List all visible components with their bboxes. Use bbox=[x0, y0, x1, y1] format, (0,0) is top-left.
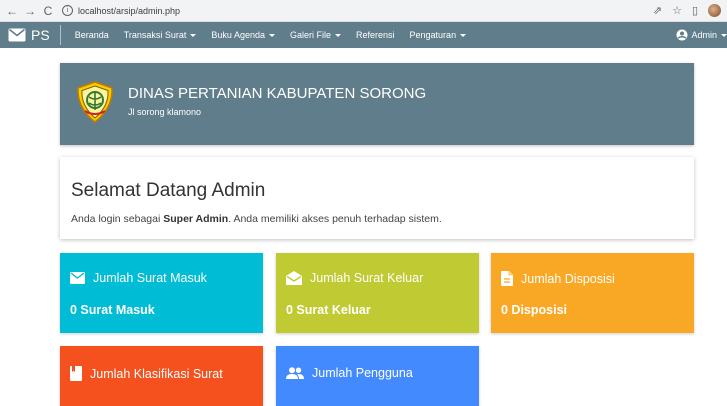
menu-item-buku-agenda[interactable]: Buku Agenda bbox=[211, 30, 275, 40]
reload-icon[interactable]: C bbox=[42, 4, 54, 18]
people-icon bbox=[286, 367, 304, 379]
menu-label: Referensi bbox=[356, 30, 395, 40]
role-label: Super Admin bbox=[163, 213, 229, 225]
card-title: Jumlah Surat Masuk bbox=[93, 271, 207, 285]
card-title: Jumlah Surat Keluar bbox=[310, 271, 424, 285]
account-circle-icon bbox=[676, 29, 688, 41]
caret-down-icon bbox=[721, 33, 727, 37]
window-icon[interactable]: ▯ bbox=[692, 4, 698, 17]
bookmark-icon bbox=[70, 366, 82, 381]
card-title: Jumlah Klasifikasi Surat bbox=[90, 366, 223, 381]
menu-label: Buku Agenda bbox=[211, 30, 265, 40]
profile-avatar[interactable] bbox=[708, 4, 721, 17]
menu-label: Beranda bbox=[74, 30, 109, 40]
address-bar[interactable]: i localhost/arsip/admin.php bbox=[62, 5, 180, 16]
header-banner: DINAS PERTANIAN KABUPATEN SORONG Jl soro… bbox=[60, 63, 694, 145]
browser-toolbar: ← → C i localhost/arsip/admin.php ⇗ ☆ ▯ bbox=[0, 0, 727, 22]
org-address: Jl sorong klamono bbox=[128, 107, 202, 117]
org-logo bbox=[74, 80, 116, 129]
menu-item-beranda[interactable]: Beranda bbox=[75, 30, 109, 40]
welcome-text: Anda login sebagai Super Admin. Anda mem… bbox=[71, 213, 442, 225]
menu-label: Pengaturan bbox=[409, 30, 457, 40]
brand-link[interactable]: PS bbox=[8, 22, 50, 48]
card-pengguna: Jumlah Pengguna bbox=[276, 346, 479, 406]
card-surat-keluar: Jumlah Surat Keluar 0 Surat Keluar bbox=[276, 253, 479, 333]
card-value: 0 Surat Masuk bbox=[70, 303, 155, 317]
share-icon[interactable]: ⇗ bbox=[653, 4, 662, 17]
card-surat-masuk: Jumlah Surat Masuk 0 Surat Masuk bbox=[60, 253, 263, 333]
main-menu: Beranda Transaksi Surat Buku Agenda Gale… bbox=[75, 30, 481, 40]
user-menu[interactable]: Admin bbox=[676, 22, 727, 48]
card-value: 0 Surat Keluar bbox=[286, 303, 371, 317]
welcome-text-suffix: . Anda memiliki akses penuh terhadap sis… bbox=[228, 213, 442, 225]
welcome-text-prefix: Anda login sebagai bbox=[71, 213, 164, 225]
menu-item-transaksi-surat[interactable]: Transaksi Surat bbox=[124, 30, 197, 40]
card-value: 0 Disposisi bbox=[501, 303, 567, 317]
star-icon[interactable]: ☆ bbox=[672, 4, 682, 17]
card-klasifikasi-surat: Jumlah Klasifikasi Surat bbox=[60, 346, 263, 406]
url-text: localhost/arsip/admin.php bbox=[78, 5, 181, 16]
mail-icon bbox=[8, 28, 26, 42]
caret-down-icon bbox=[460, 34, 467, 38]
card-title: Jumlah Disposisi bbox=[521, 271, 615, 286]
menu-item-pengaturan[interactable]: Pengaturan bbox=[410, 30, 467, 40]
drafts-icon bbox=[286, 271, 302, 285]
mail-icon bbox=[70, 272, 85, 284]
card-title: Jumlah Pengguna bbox=[312, 366, 413, 380]
org-name: DINAS PERTANIAN KABUPATEN SORONG bbox=[128, 85, 427, 102]
card-disposisi: Jumlah Disposisi 0 Disposisi bbox=[491, 253, 694, 333]
menu-item-referensi[interactable]: Referensi bbox=[356, 30, 395, 40]
menu-item-galeri-file[interactable]: Galeri File bbox=[290, 30, 341, 40]
caret-down-icon bbox=[335, 34, 341, 38]
top-navbar: PS Beranda Transaksi Surat Buku Agenda G… bbox=[0, 22, 727, 48]
brand-divider bbox=[59, 25, 61, 45]
back-arrow-icon[interactable]: ← bbox=[6, 4, 18, 18]
forward-arrow-icon[interactable]: → bbox=[24, 4, 36, 18]
welcome-card: Selamat Datang Admin Anda login sebagai … bbox=[60, 157, 694, 239]
user-name: Admin bbox=[691, 30, 717, 40]
description-icon bbox=[501, 271, 513, 286]
caret-down-icon bbox=[190, 34, 197, 38]
info-icon[interactable]: i bbox=[62, 5, 73, 16]
brand-text: PS bbox=[31, 27, 50, 43]
caret-down-icon bbox=[268, 34, 275, 38]
menu-label: Galeri File bbox=[289, 30, 331, 40]
menu-label: Transaksi Surat bbox=[123, 30, 187, 40]
welcome-title: Selamat Datang Admin bbox=[71, 180, 266, 201]
